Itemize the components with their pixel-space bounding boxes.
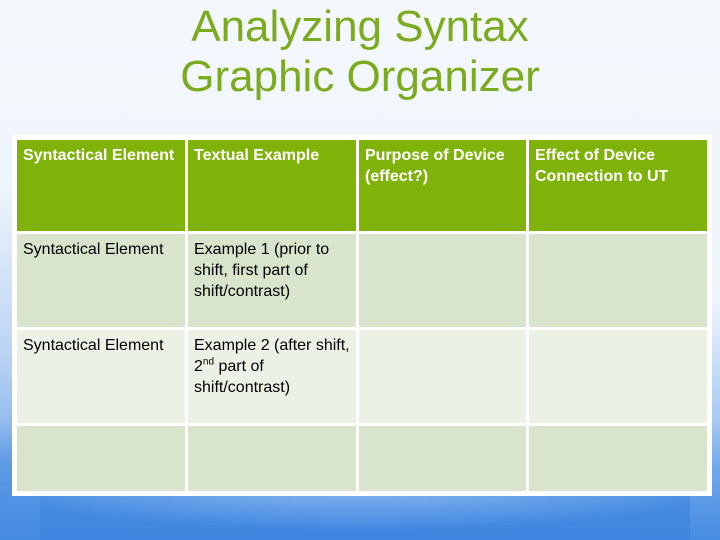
table-cell[interactable]: Syntactical Element [14, 327, 188, 426]
graphic-organizer-table: Syntactical Element Textual Example Purp… [14, 137, 710, 494]
table-cell[interactable] [356, 423, 529, 494]
table-cell[interactable] [526, 423, 710, 494]
header-textual-example: Textual Example [185, 137, 359, 234]
table-row [14, 423, 710, 494]
table-cell[interactable]: Syntactical Element [14, 231, 188, 330]
slide-title: Analyzing Syntax Graphic Organizer [0, 2, 720, 102]
table-row: Syntactical Element Example 2 (after shi… [14, 327, 710, 426]
table-cell[interactable] [356, 327, 529, 426]
table-row: Syntactical Element Example 1 (prior to … [14, 231, 710, 330]
header-purpose-of-device: Purpose of Device (effect?) [356, 137, 529, 234]
table-cell[interactable] [526, 231, 710, 330]
table-cell[interactable] [185, 423, 359, 494]
table-cell[interactable]: Example 2 (after shift, 2nd part of shif… [185, 327, 359, 426]
superscript-ordinal: nd [202, 356, 215, 368]
header-syntactical-element: Syntactical Element [14, 137, 188, 234]
slide-title-line-2: Graphic Organizer [180, 52, 540, 101]
table-header-row: Syntactical Element Textual Example Purp… [14, 137, 710, 234]
table-cell[interactable] [526, 327, 710, 426]
header-effect-of-device: Effect of Device Connection to UT [526, 137, 710, 234]
table-cell[interactable]: Example 1 (prior to shift, first part of… [185, 231, 359, 330]
slide-title-line-1: Analyzing Syntax [191, 2, 529, 51]
table-cell[interactable] [14, 423, 188, 494]
table-cell[interactable] [356, 231, 529, 330]
